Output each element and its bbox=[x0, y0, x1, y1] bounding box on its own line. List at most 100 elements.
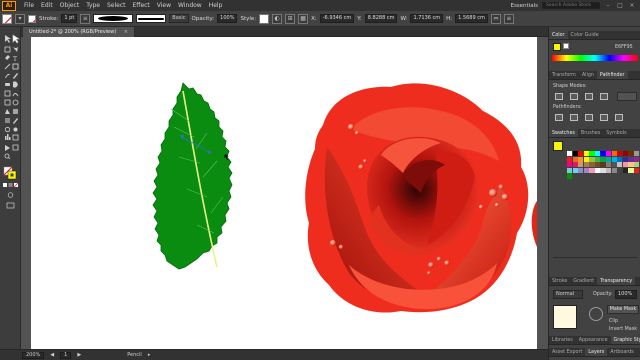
transparency-opacity-field[interactable]: 100% bbox=[615, 290, 637, 299]
color-swatch[interactable] bbox=[628, 162, 634, 168]
document-tab-close[interactable]: × bbox=[124, 29, 128, 35]
color-swatch[interactable] bbox=[600, 151, 606, 157]
color-swatch[interactable] bbox=[600, 167, 606, 173]
document-tab[interactable]: Untitled-2* @ 200% (RGB/Preview) × bbox=[23, 27, 135, 37]
crop-icon[interactable] bbox=[600, 114, 608, 121]
menu-help[interactable]: Help bbox=[209, 2, 223, 9]
tab-artboards[interactable]: Artboards bbox=[607, 348, 637, 356]
width-tool-icon[interactable] bbox=[12, 93, 19, 97]
page-nav-prev-icon[interactable]: ◀ bbox=[50, 352, 54, 358]
h-field[interactable]: 1.5689 cm bbox=[455, 14, 488, 23]
workspace-switcher[interactable]: Essentials bbox=[510, 3, 538, 9]
tab-transparency[interactable]: Transparency bbox=[597, 277, 636, 285]
merge-icon[interactable] bbox=[585, 114, 593, 121]
color-swatch[interactable] bbox=[606, 151, 612, 157]
free-transform-tool-icon[interactable] bbox=[4, 99, 11, 106]
minus-front-icon[interactable] bbox=[570, 93, 578, 100]
tab-align[interactable]: Align bbox=[579, 71, 597, 79]
eyedropper-tool-icon[interactable] bbox=[13, 118, 18, 124]
y-field[interactable]: 8.8288 cm bbox=[364, 14, 398, 23]
perspective-grid-tool-icon[interactable] bbox=[5, 109, 10, 114]
color-swatch[interactable] bbox=[583, 167, 589, 173]
tab-color[interactable]: Color bbox=[549, 31, 568, 39]
artboard-number-field[interactable]: 1 bbox=[60, 351, 72, 359]
mesh-tool-icon[interactable] bbox=[13, 109, 18, 114]
tab-transform[interactable]: Transform bbox=[549, 71, 579, 79]
color-swatch[interactable] bbox=[567, 162, 573, 168]
color-swatch[interactable] bbox=[572, 162, 578, 168]
recolor-icon[interactable]: ◐ bbox=[272, 13, 283, 24]
color-swatch[interactable] bbox=[600, 156, 606, 162]
column-graph-tool-icon[interactable] bbox=[5, 136, 7, 140]
color-swatch[interactable] bbox=[594, 162, 601, 168]
stroke-profile-preview[interactable] bbox=[136, 14, 167, 23]
screen-mode-icon[interactable] bbox=[6, 202, 15, 209]
close-window-button[interactable]: × bbox=[628, 2, 636, 9]
swatch-fill-indicator[interactable] bbox=[553, 141, 563, 151]
page-nav-next-icon[interactable]: ▶ bbox=[77, 352, 81, 358]
fill-none-swatch[interactable] bbox=[2, 13, 12, 24]
color-swatch[interactable] bbox=[617, 162, 623, 168]
tab-symbols[interactable]: Symbols bbox=[603, 129, 629, 137]
menu-object[interactable]: Object bbox=[60, 2, 80, 9]
menu-effect[interactable]: Effect bbox=[133, 2, 150, 9]
color-swatch[interactable] bbox=[583, 156, 589, 162]
color-swatch[interactable] bbox=[578, 167, 584, 173]
color-swatch[interactable] bbox=[567, 173, 573, 179]
color-swatch[interactable] bbox=[622, 162, 628, 168]
menu-select[interactable]: Select bbox=[107, 2, 126, 9]
status-arrow-icon[interactable]: ▸ bbox=[148, 352, 151, 358]
symbol-sprayer-tool-icon[interactable] bbox=[13, 127, 18, 132]
divide-icon[interactable] bbox=[555, 114, 563, 121]
hand-tool-icon[interactable] bbox=[12, 144, 19, 151]
color-swatch[interactable] bbox=[578, 151, 584, 157]
expand-button[interactable] bbox=[617, 92, 637, 101]
variable-width-icon[interactable]: ≡ bbox=[80, 13, 91, 24]
color-mode-buttons[interactable] bbox=[3, 182, 19, 188]
rotate-tool-icon[interactable] bbox=[13, 81, 18, 88]
w-field[interactable]: 1.7136 cm bbox=[410, 14, 444, 23]
slice-tool-icon[interactable] bbox=[5, 145, 10, 151]
color-swatch[interactable] bbox=[622, 151, 628, 157]
color-swatch[interactable] bbox=[617, 167, 623, 173]
color-swatch[interactable] bbox=[589, 167, 595, 173]
tab-asset-export[interactable]: Asset Export bbox=[549, 348, 585, 356]
blend-mode-select[interactable]: Normal bbox=[553, 290, 583, 299]
stock-search-input[interactable]: Search Adobe Stock bbox=[542, 2, 600, 9]
tab-libraries[interactable]: Libraries bbox=[549, 336, 576, 344]
color-swatch[interactable] bbox=[606, 156, 612, 162]
artboard-tool-icon[interactable] bbox=[12, 134, 19, 141]
zoom-field[interactable]: 200% bbox=[22, 351, 45, 359]
align-icon[interactable]: ⊞ bbox=[285, 13, 296, 24]
color-swatch[interactable] bbox=[611, 151, 617, 157]
zoom-tool-icon[interactable] bbox=[4, 153, 10, 159]
outline-icon[interactable] bbox=[615, 114, 623, 121]
color-swatch[interactable] bbox=[572, 167, 578, 173]
stroke-weight-field[interactable]: 1 pt bbox=[61, 14, 78, 23]
brush-definition-preview[interactable] bbox=[93, 14, 134, 23]
clip-checkbox[interactable]: Clip bbox=[609, 319, 618, 324]
menu-type[interactable]: Type bbox=[86, 2, 100, 9]
color-swatch[interactable] bbox=[567, 151, 573, 157]
color-swatch[interactable] bbox=[633, 162, 640, 168]
tab-brushes[interactable]: Brushes bbox=[578, 129, 603, 137]
exclude-icon[interactable] bbox=[600, 93, 608, 100]
intersect-icon[interactable] bbox=[585, 93, 593, 100]
gradient-tool-icon[interactable] bbox=[5, 118, 10, 123]
panel-menu-icon[interactable]: ≡ bbox=[503, 13, 514, 24]
tab-pathfinder[interactable]: Pathfinder bbox=[596, 71, 628, 79]
color-swatch[interactable] bbox=[617, 156, 623, 162]
shape-builder-tool-icon[interactable] bbox=[12, 99, 19, 106]
color-swatch[interactable] bbox=[567, 167, 573, 173]
artboard[interactable] bbox=[31, 37, 537, 349]
color-swatch[interactable] bbox=[594, 156, 601, 162]
color-swatch[interactable] bbox=[633, 156, 640, 162]
selection-tool-icon[interactable] bbox=[5, 35, 11, 43]
stroke-none-swatch[interactable] bbox=[28, 14, 36, 23]
menu-window[interactable]: Window bbox=[178, 2, 202, 9]
color-stroke-swatch[interactable] bbox=[563, 43, 569, 49]
rose-artwork[interactable] bbox=[305, 83, 537, 313]
color-swatch[interactable] bbox=[628, 167, 634, 173]
swatch-grid[interactable] bbox=[567, 151, 640, 179]
leaf-shape[interactable] bbox=[152, 82, 233, 270]
